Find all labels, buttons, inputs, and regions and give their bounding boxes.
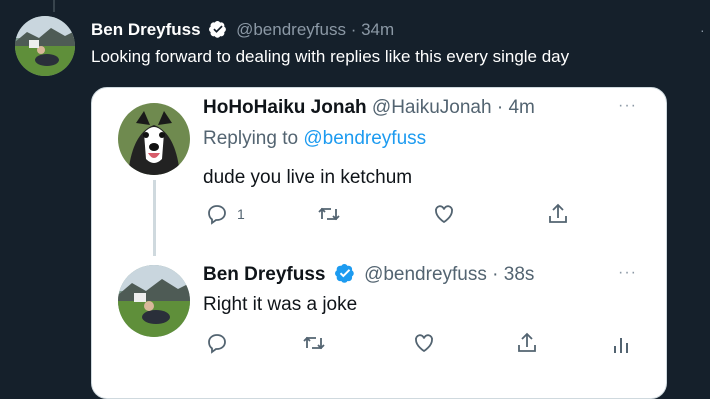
author-handle[interactable]: @bendreyfuss <box>236 20 346 39</box>
avatar-haiku-jonah[interactable] <box>118 103 190 175</box>
retweet-icon <box>318 207 340 221</box>
thread-connector-line <box>53 0 55 12</box>
verified-badge-icon <box>209 20 227 38</box>
like-icon <box>435 205 453 224</box>
more-icon[interactable]: · <box>700 22 706 38</box>
separator-dot: · <box>496 97 504 118</box>
like-icon <box>415 334 433 353</box>
analytics-icon <box>614 338 628 353</box>
response-author-name[interactable]: Ben Dreyfuss <box>203 264 326 285</box>
avatar-ben-dreyfuss[interactable] <box>15 16 75 76</box>
reply-button[interactable]: 1 <box>205 202 245 226</box>
reply-count: 1 <box>237 206 245 222</box>
reply-button[interactable] <box>205 331 229 355</box>
reply-timestamp[interactable]: 4m <box>508 97 534 118</box>
quoted-screenshot-card[interactable]: HoHoHaiku Jonah @HaikuJonah · 4m ··· Rep… <box>91 87 667 399</box>
separator-dot: · <box>350 20 357 39</box>
share-button[interactable] <box>515 331 539 355</box>
avatar-ben-dreyfuss[interactable] <box>118 265 190 337</box>
reply-thread-line <box>153 180 156 256</box>
outer-tweet-header: Ben Dreyfuss @bendreyfuss · 34m <box>91 20 394 40</box>
response-author-handle[interactable]: @bendreyfuss <box>364 264 487 285</box>
more-icon[interactable]: ··· <box>618 264 637 282</box>
share-button[interactable] <box>546 202 570 226</box>
share-icon <box>549 203 567 223</box>
tweet-timestamp[interactable]: 34m <box>361 20 394 39</box>
replying-to-handle[interactable]: @bendreyfuss <box>303 128 426 149</box>
analytics-button[interactable] <box>609 333 633 357</box>
response-timestamp[interactable]: 38s <box>504 264 535 285</box>
author-name[interactable]: Ben Dreyfuss <box>91 20 201 39</box>
tweet-text: Looking forward to dealing with replies … <box>91 47 570 66</box>
replying-to: Replying to @bendreyfuss <box>203 128 426 150</box>
like-button[interactable] <box>432 202 456 226</box>
verified-badge-icon <box>334 264 354 283</box>
response-header: Ben Dreyfuss @bendreyfuss · 38s <box>203 263 534 286</box>
reply-author-name[interactable]: HoHoHaiku Jonah <box>203 97 367 118</box>
reply-icon <box>208 205 226 225</box>
reply-author-handle[interactable]: @HaikuJonah <box>372 97 492 118</box>
response-text: Right it was a joke <box>203 294 358 315</box>
retweet-icon <box>303 336 325 350</box>
reply-header: HoHoHaiku Jonah @HaikuJonah · 4m <box>203 97 535 119</box>
more-icon[interactable]: ··· <box>618 97 637 115</box>
like-button[interactable] <box>412 331 436 355</box>
reply-icon <box>208 334 226 354</box>
reply-text: dude you live in ketchum <box>203 167 413 188</box>
replying-prefix: Replying to <box>203 128 299 149</box>
separator-dot: · <box>492 264 499 285</box>
retweet-button[interactable] <box>302 331 326 355</box>
retweet-button[interactable] <box>317 202 341 226</box>
share-icon <box>518 332 536 352</box>
